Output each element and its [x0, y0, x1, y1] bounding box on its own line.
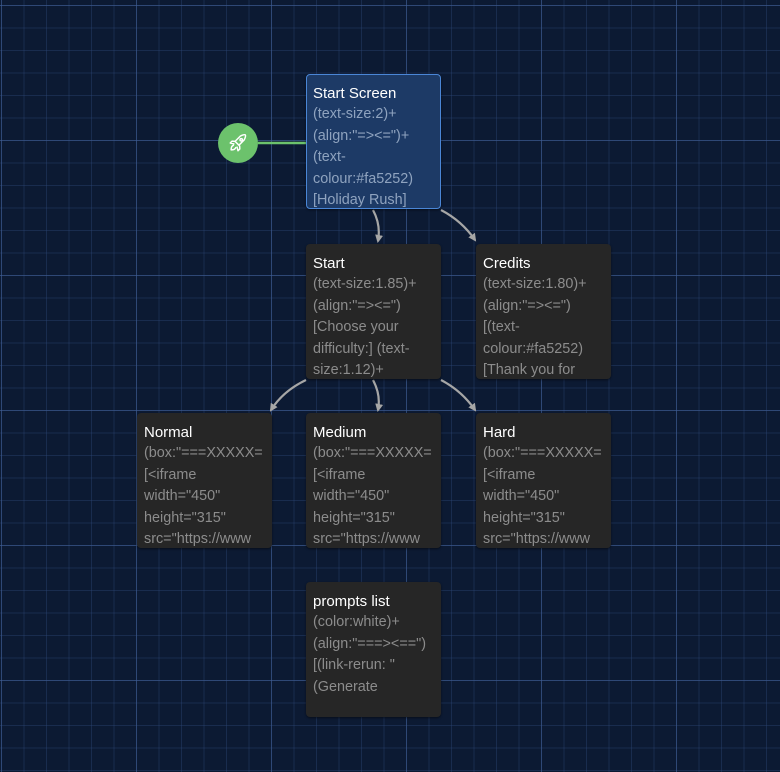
- passage-title: Medium: [313, 424, 367, 441]
- passage-excerpt: (box:"===XXXXX= [<iframe width="450" hei…: [483, 443, 604, 548]
- excerpt-first-line: (box:"===XXXXX=: [313, 445, 432, 461]
- passage-title: Normal: [144, 424, 193, 441]
- passage-prompts-list[interactable]: prompts list (color:white)+(align:"===><…: [306, 582, 441, 717]
- passage-title: prompts list: [313, 593, 390, 610]
- passage-excerpt: (box:"===XXXXX= [<iframe width="450" hei…: [144, 443, 265, 548]
- passage-title: Hard: [483, 424, 516, 441]
- arrow-start-screen-to-credits: [440, 209, 477, 242]
- start-passage-badge[interactable]: [218, 123, 258, 163]
- excerpt-first-line: (box:"===XXXXX=: [144, 445, 263, 461]
- passage-start-screen[interactable]: Start Screen (text-size:2)+(align:"=><="…: [306, 74, 441, 209]
- passage-credits[interactable]: Credits (text-size:1.80)+(align:"=><=")[…: [476, 244, 611, 379]
- passage-normal[interactable]: Normal (box:"===XXXXX= [<iframe width="4…: [137, 413, 272, 548]
- passage-medium[interactable]: Medium (box:"===XXXXX= [<iframe width="4…: [306, 413, 441, 548]
- passage-hard[interactable]: Hard (box:"===XXXXX= [<iframe width="450…: [476, 413, 611, 548]
- passage-excerpt: (color:white)+(align:"===><==")[(link-re…: [313, 614, 427, 695]
- arrow-start-to-normal: [269, 379, 307, 412]
- passage-excerpt: (box:"===XXXXX= [<iframe width="450" hei…: [313, 443, 434, 548]
- passage-title: Credits: [483, 255, 531, 272]
- excerpt-rest: [<iframe width="450" height="315" src="h…: [313, 466, 421, 548]
- story-map[interactable]: Start Screen (text-size:2)+(align:"=><="…: [0, 0, 780, 772]
- excerpt-first-line: (box:"===XXXXX=: [483, 445, 602, 461]
- passage-excerpt: (text-size:1.85)+(align:"=><=")[Choose y…: [313, 276, 417, 379]
- passage-excerpt: (text-size:2)+(align:"=><=")+(text-colou…: [313, 106, 414, 209]
- arrow-start-to-medium: [372, 379, 384, 412]
- passage-title: Start Screen: [313, 85, 397, 102]
- excerpt-rest: [<iframe width="450" height="315" src="h…: [483, 466, 591, 548]
- passage-title: Start: [313, 255, 345, 272]
- arrow-start-to-hard: [440, 379, 477, 412]
- rocket-icon: [227, 132, 249, 154]
- excerpt-rest: [<iframe width="450" height="315" src="h…: [144, 466, 252, 548]
- passage-start[interactable]: Start (text-size:1.85)+(align:"=><=")[Ch…: [306, 244, 441, 379]
- arrow-start-screen-to-start: [372, 209, 384, 243]
- passage-excerpt: (text-size:1.80)+(align:"=><=")[(text-co…: [483, 276, 587, 379]
